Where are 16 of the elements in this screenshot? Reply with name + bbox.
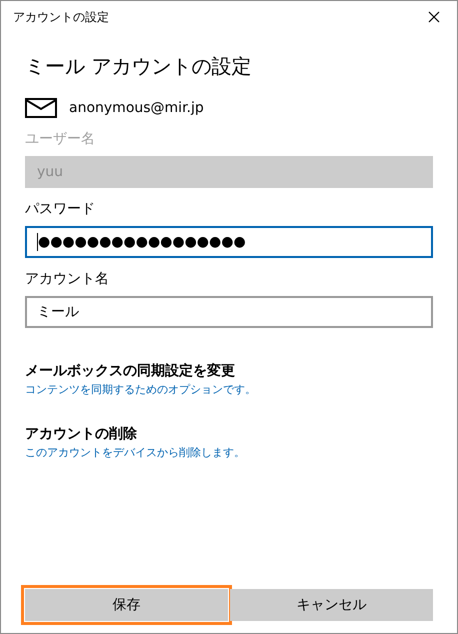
window-title: アカウントの設定 xyxy=(13,8,109,26)
input-field[interactable]: ミール xyxy=(25,296,433,328)
input-field[interactable]: ●●●●●●●●●●●●●●●●● xyxy=(25,226,433,258)
setting-description: このアカウントをデバイスから削除します。 xyxy=(25,445,246,460)
envelope-icon xyxy=(25,98,57,118)
save-button[interactable]: 保存 xyxy=(25,589,228,621)
field-label: アカウント名 xyxy=(25,270,110,288)
setting-link[interactable]: アカウントの削除 xyxy=(25,425,433,443)
account-email: anonymous@mir.jp xyxy=(69,100,204,116)
cancel-button[interactable]: キャンセル xyxy=(230,589,433,621)
setting-description: コンテンツを同期するためのオプションです。 xyxy=(25,382,257,397)
field-label: ユーザー名 xyxy=(25,130,96,148)
page-heading: ミール アカウントの設定 xyxy=(25,53,252,80)
setting-link[interactable]: メールボックスの同期設定を変更 xyxy=(25,362,433,380)
field-label: パスワード xyxy=(25,200,96,218)
close-icon xyxy=(428,11,440,23)
